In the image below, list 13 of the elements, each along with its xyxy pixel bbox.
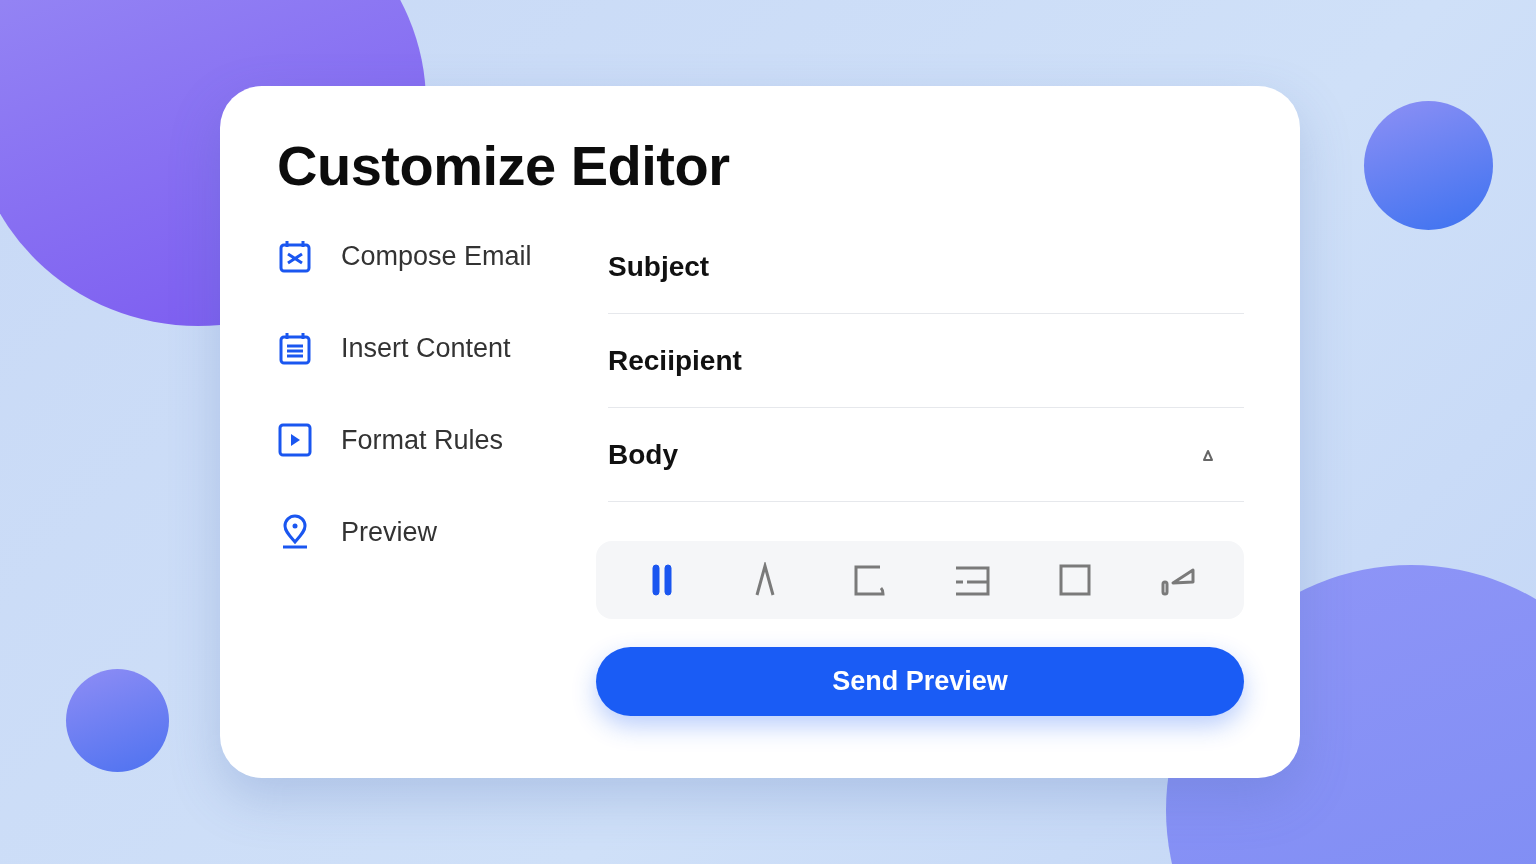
send-preview-button[interactable]: Send Preview bbox=[596, 647, 1244, 716]
form-field[interactable]: Subject bbox=[608, 220, 1244, 314]
nav-item[interactable]: Preview bbox=[277, 486, 596, 578]
card-title: Customize Editor bbox=[277, 133, 731, 198]
nav-item[interactable]: Format Rules bbox=[277, 394, 596, 486]
form-field[interactable]: Body bbox=[608, 408, 1244, 502]
nav-item[interactable]: Insert Content bbox=[277, 302, 596, 394]
form-field[interactable]: Reciipient bbox=[608, 314, 1244, 408]
play-icon bbox=[277, 422, 313, 458]
nav-item[interactable]: Compose Email bbox=[277, 210, 596, 302]
caret-icon bbox=[1202, 447, 1214, 462]
calendar-icon bbox=[277, 330, 313, 366]
calendar-icon bbox=[277, 238, 313, 274]
